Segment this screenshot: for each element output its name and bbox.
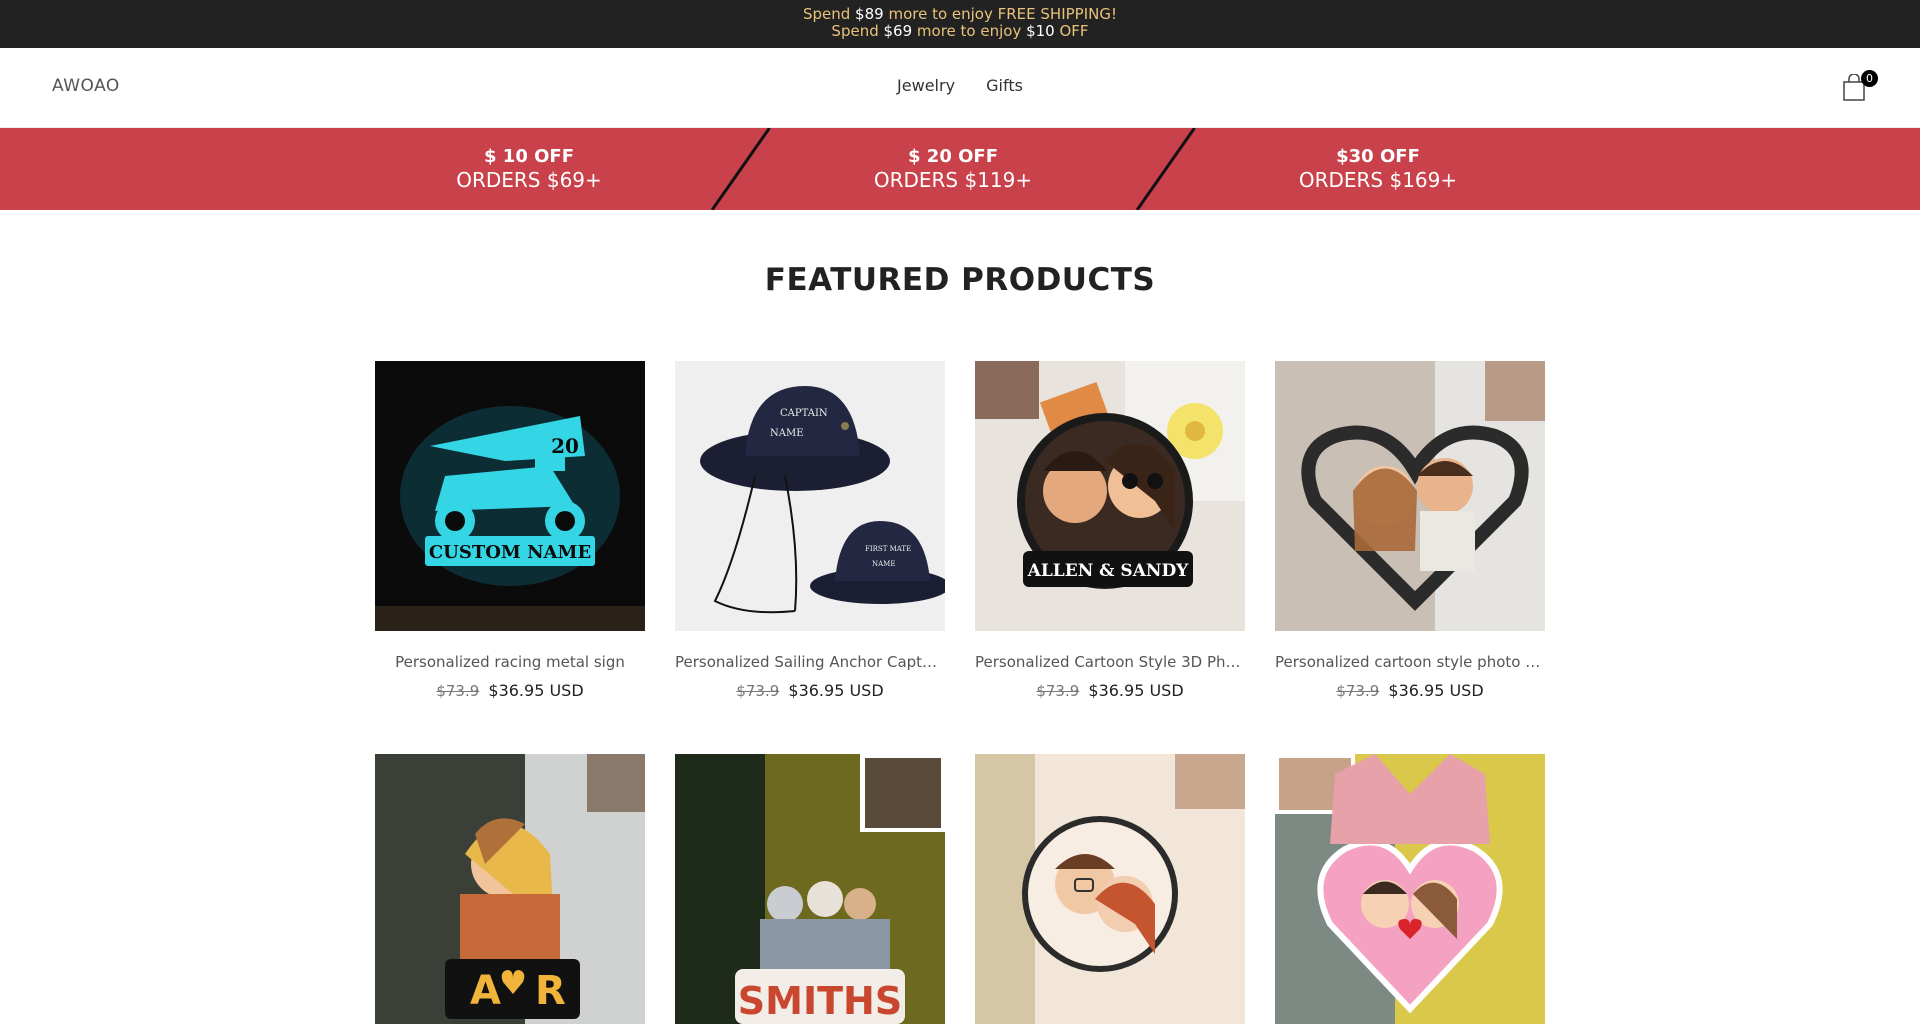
product-card[interactable]: SMITHS [675, 754, 945, 1024]
announcement-text: Spend [831, 22, 884, 40]
svg-text:NAME: NAME [770, 428, 804, 439]
svg-text:R: R [535, 968, 566, 1014]
product-sale-price: $36.95 USD [788, 681, 884, 700]
announcement-line-2: Spend $69 more to enjoy $10 OFF [0, 23, 1920, 40]
product-card[interactable] [975, 754, 1245, 1024]
product-card[interactable]: Personalized cartoon style photo heart f… [1275, 361, 1545, 700]
svg-text:A: A [470, 968, 501, 1014]
svg-text:CAPTAIN: CAPTAIN [780, 408, 828, 419]
product-card[interactable]: A R [375, 754, 645, 1024]
product-compare-price: $73.9 [436, 682, 480, 700]
promo-banner: $ 10 OFF ORDERS $69+ $ 20 OFF ORDERS $11… [0, 128, 1920, 210]
promo-threshold: ORDERS $169+ [1298, 168, 1458, 192]
svg-text:NAME: NAME [872, 560, 895, 568]
svg-text:CUSTOM NAME: CUSTOM NAME [429, 542, 591, 563]
product-image-heart-frame[interactable] [1275, 361, 1545, 631]
product-sale-price: $36.95 USD [1388, 681, 1484, 700]
product-card[interactable]: CUSTOM NAME 20 Personalized racing metal… [375, 361, 645, 700]
product-price: $73.9 $36.95 USD [975, 681, 1245, 700]
svg-text:20: 20 [551, 434, 579, 458]
announcement-bar: Spend $89 more to enjoy FREE SHIPPING! S… [0, 0, 1920, 48]
promo-tier-3: $30 OFF ORDERS $169+ [1228, 146, 1528, 192]
svg-text:SMITHS: SMITHS [738, 979, 902, 1023]
announcement-amount: $69 [883, 22, 913, 40]
promo-discount: $ 20 OFF [908, 146, 998, 167]
promo-discount: $30 OFF [1336, 146, 1420, 167]
announcement-text: OFF [1054, 22, 1089, 40]
promo-threshold: ORDERS $119+ [873, 168, 1033, 192]
promo-discount: $ 10 OFF [484, 146, 574, 167]
product-title[interactable]: Personalized cartoon style photo heart f… [1275, 653, 1545, 671]
section-title: FEATURED PRODUCTS [764, 262, 1156, 298]
product-image-round-couple-lamp[interactable] [975, 754, 1245, 1024]
cart-count-badge: 0 [1861, 70, 1878, 87]
nav-item-gifts[interactable]: Gifts [986, 76, 1023, 95]
product-title[interactable]: Personalized Sailing Anchor Captain Hat [675, 653, 945, 671]
announcement-discount: $10 [1026, 22, 1055, 40]
product-title[interactable]: Personalized Cartoon Style 3D Photo Nigh… [975, 653, 1245, 671]
announcement-text: more to enjoy [912, 22, 1027, 40]
product-card[interactable] [1275, 754, 1545, 1024]
svg-text:FIRST MATE: FIRST MATE [865, 545, 911, 553]
promo-tier-1: $ 10 OFF ORDERS $69+ [379, 146, 679, 192]
product-title[interactable]: Personalized racing metal sign [375, 653, 645, 671]
announcement-text: more to enjoy FREE SHIPPING! [883, 5, 1118, 23]
product-price: $73.9 $36.95 USD [675, 681, 945, 700]
product-compare-price: $73.9 [1036, 682, 1080, 700]
svg-text:ALLEN & SANDY: ALLEN & SANDY [1027, 561, 1190, 581]
product-card[interactable]: ALLEN & SANDY Personalized Cartoon Style… [975, 361, 1245, 700]
product-card[interactable]: CAPTAIN NAME FIRST MATE NAME Personalize… [675, 361, 945, 700]
promo-divider [710, 128, 771, 210]
promo-tier-2: $ 20 OFF ORDERS $119+ [803, 146, 1103, 192]
site-header: AWOAO Jewelry Gifts 0 [0, 48, 1920, 128]
product-sale-price: $36.95 USD [488, 681, 584, 700]
product-sale-price: $36.95 USD [1088, 681, 1184, 700]
announcement-amount: $89 [855, 5, 884, 23]
product-image-family-christmas-sign[interactable]: SMITHS [675, 754, 945, 1024]
product-image-couple-name-light[interactable]: A R [375, 754, 645, 1024]
product-price: $73.9 $36.95 USD [375, 681, 645, 700]
announcement-text: Spend [802, 5, 856, 23]
cart-button[interactable]: 0 [1842, 70, 1878, 104]
product-image-racing-metal-sign[interactable]: CUSTOM NAME 20 [375, 361, 645, 631]
product-price: $73.9 $36.95 USD [1275, 681, 1545, 700]
product-image-heart-couple-lamp[interactable] [1275, 754, 1545, 1024]
product-compare-price: $73.9 [736, 682, 780, 700]
main-nav: Jewelry Gifts [0, 76, 1920, 95]
promo-threshold: ORDERS $69+ [456, 168, 602, 192]
nav-item-jewelry[interactable]: Jewelry [897, 76, 955, 95]
announcement-line-1: Spend $89 more to enjoy FREE SHIPPING! [0, 6, 1920, 23]
product-image-cartoon-photo-sign[interactable]: ALLEN & SANDY [975, 361, 1245, 631]
promo-divider [1135, 128, 1196, 210]
product-compare-price: $73.9 [1336, 682, 1380, 700]
product-image-captain-hat[interactable]: CAPTAIN NAME FIRST MATE NAME [675, 361, 945, 631]
